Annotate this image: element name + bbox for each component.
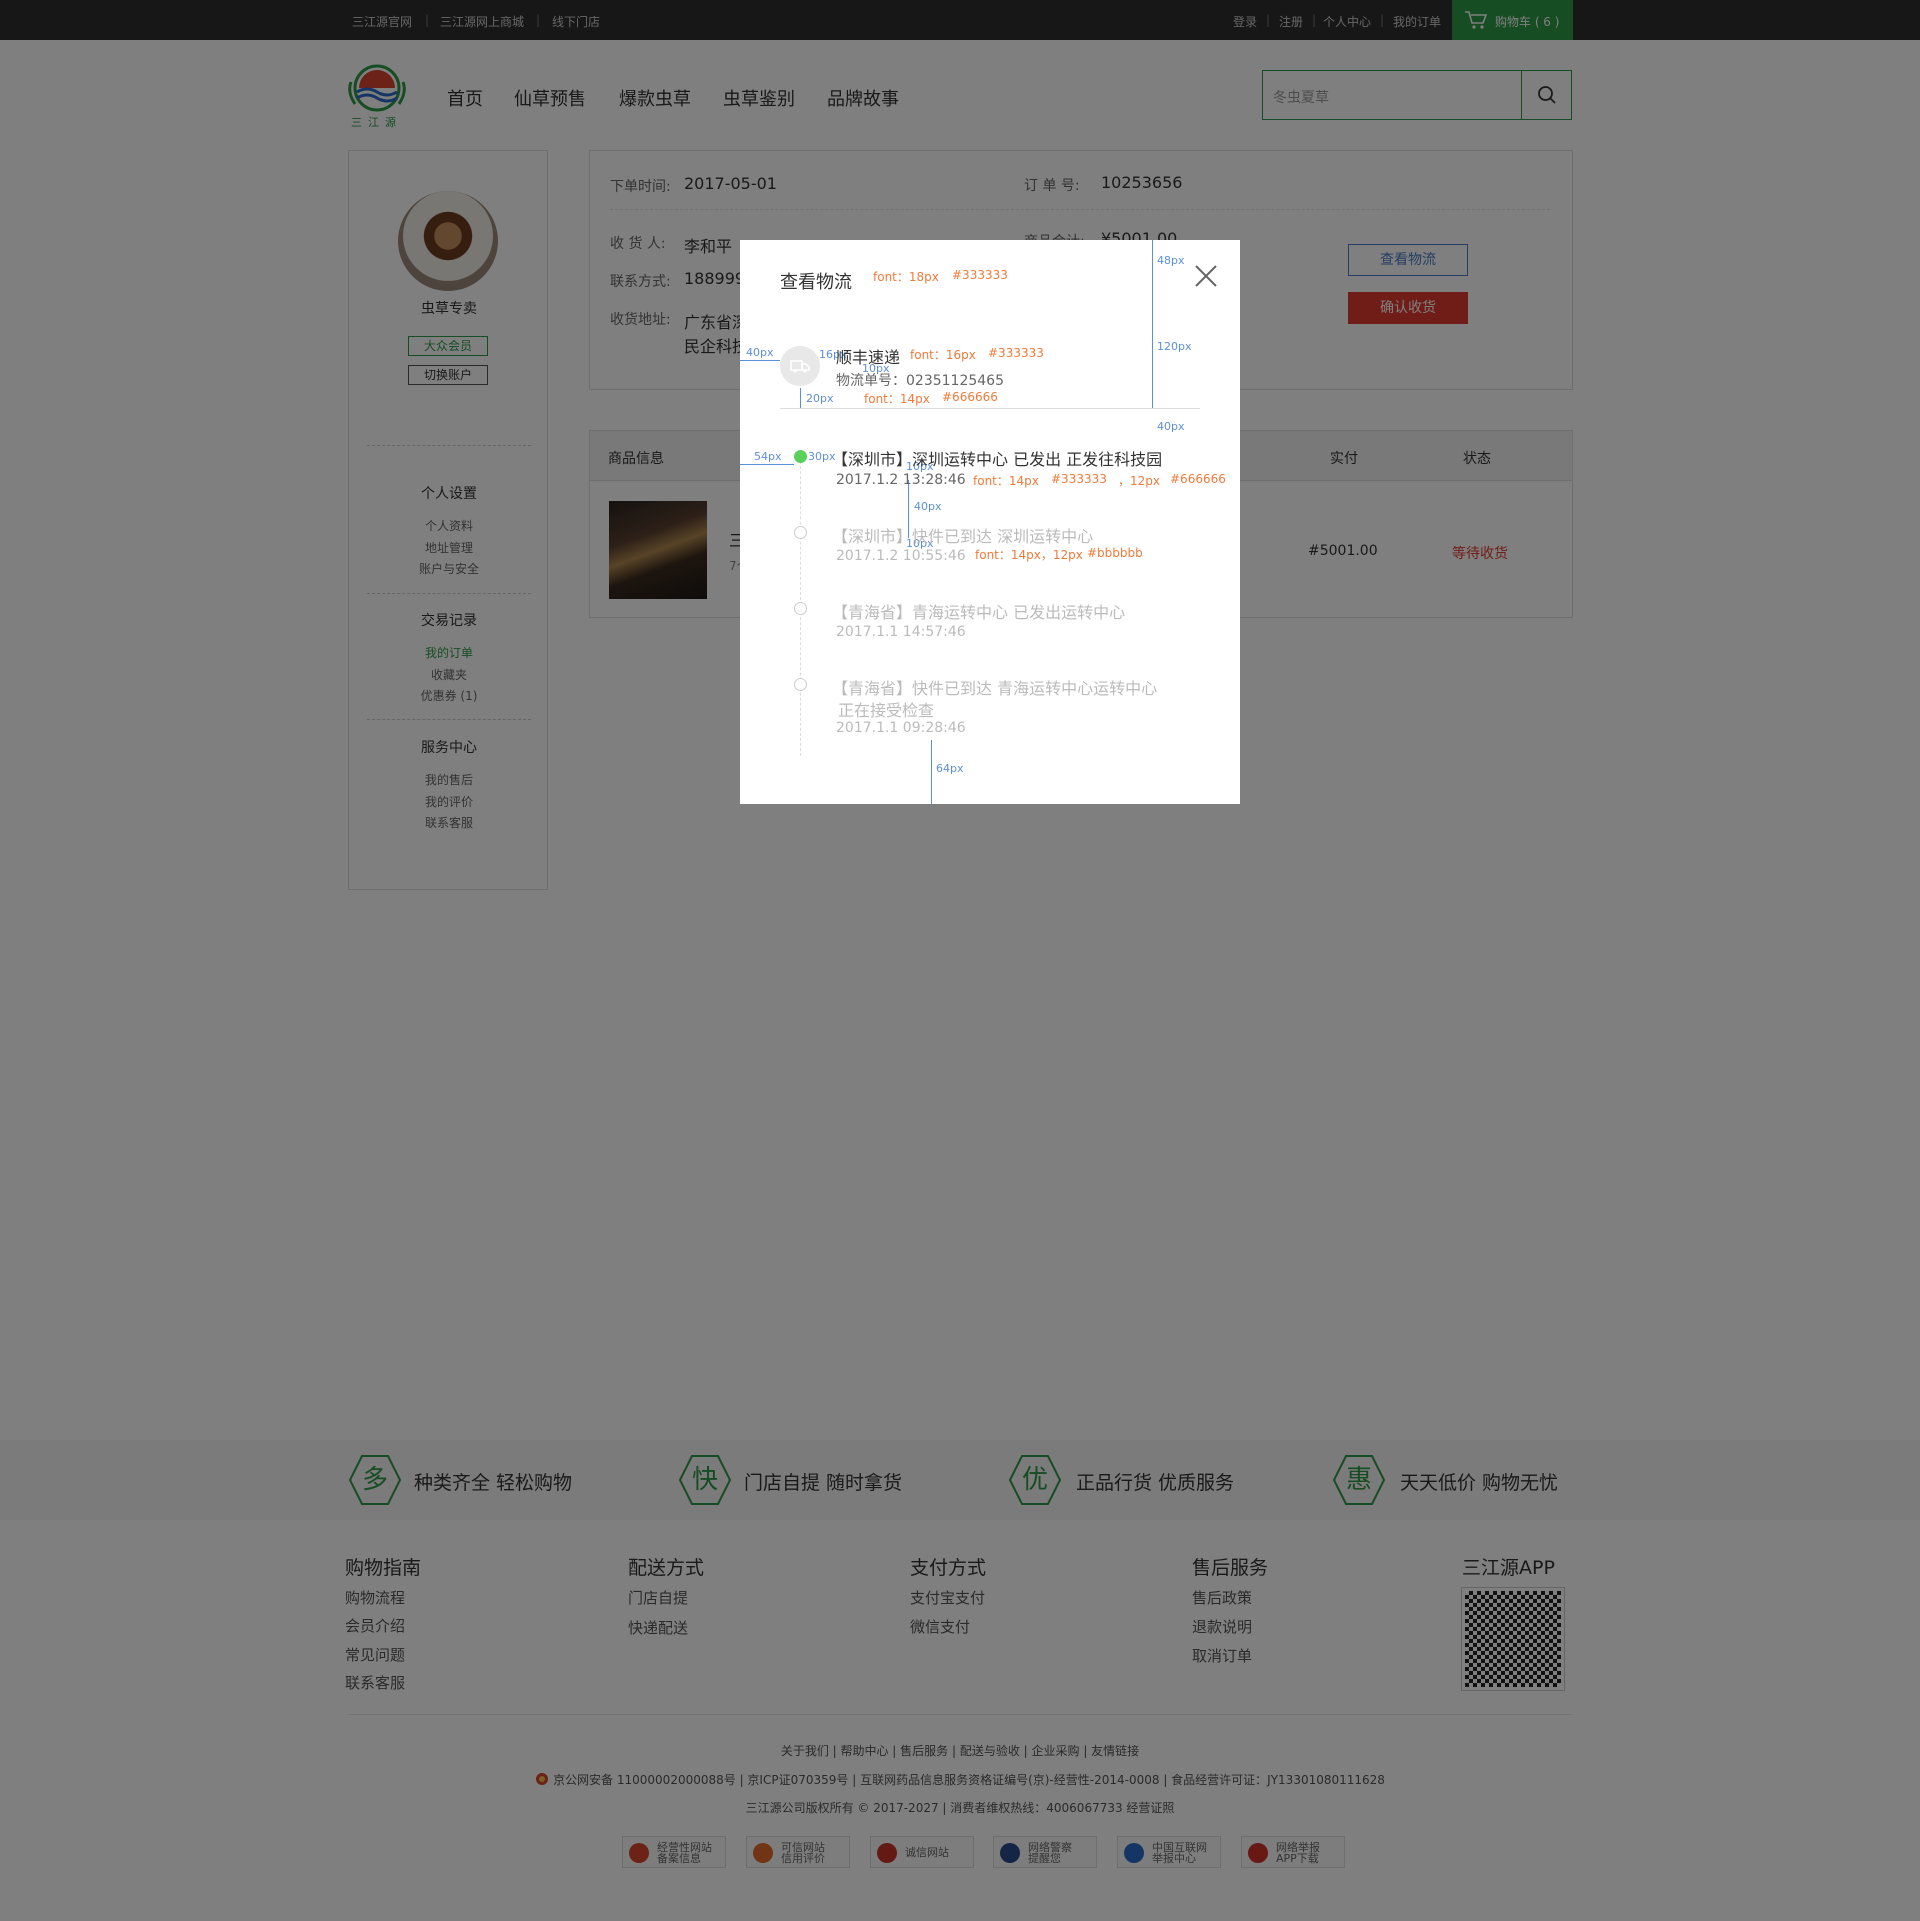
spec-measure: 54px	[754, 450, 782, 463]
timeline-event-time: 2017.1.1 09:28:46	[836, 720, 966, 736]
timeline-dot	[794, 526, 807, 539]
spec-annotation: font：14px	[864, 392, 930, 406]
logistics-modal: 查看物流 font：18px #333333 48px 120px 40px 4…	[740, 240, 1240, 804]
close-icon[interactable]	[1192, 262, 1220, 290]
modal-title: 查看物流	[780, 272, 852, 293]
spec-measure: 40px	[746, 346, 774, 359]
timeline-event-text: 【青海省】快件已到达 青海运转中心运转中心	[832, 679, 1158, 698]
spec-measure-line	[1152, 288, 1153, 408]
courier-avatar	[780, 346, 820, 386]
timeline-event-time: 2017.1.1 14:57:46	[836, 624, 966, 640]
waybill-number: 物流单号：02351125465	[836, 373, 1004, 389]
timeline-event-text-line2: 正在接受检查	[838, 701, 935, 720]
spec-measure: 48px	[1157, 254, 1185, 267]
timeline-event-text: 【青海省】青海运转中心 已发出运转中心	[832, 603, 1126, 622]
timeline-event-time: 2017.1.2 13:28:46	[836, 472, 966, 488]
timeline-dot	[794, 678, 807, 691]
timeline-event-text: 【深圳市】快件已到达 深圳运转中心	[832, 527, 1094, 546]
truck-icon	[790, 360, 810, 373]
spec-measure: 64px	[936, 762, 964, 775]
spec-measure: 40px	[1157, 420, 1185, 433]
spec-annotation: font：14px，12px	[975, 548, 1083, 562]
spec-annotation: font：14px	[973, 474, 1039, 488]
timeline-event-time: 2017.1.2 10:55:46	[836, 548, 966, 564]
spec-measure-line	[800, 388, 801, 408]
spec-annotation: #333333	[1051, 472, 1107, 486]
spec-measure: 20px	[806, 392, 834, 405]
spec-measure: 40px	[914, 500, 942, 513]
spec-measure-line	[1152, 240, 1153, 288]
spec-annotation: #333333	[988, 346, 1044, 360]
spec-annotation: #bbbbbb	[1087, 546, 1143, 560]
timeline-event-text: 【深圳市】深圳运转中心 已发出 正发往科技园	[832, 450, 1163, 469]
courier-name: 顺丰速递	[836, 348, 901, 367]
timeline-dot-current	[794, 450, 807, 463]
spec-measure-line	[931, 740, 932, 804]
spec-annotation: font：16px	[910, 348, 976, 362]
timeline-dot	[794, 602, 807, 615]
spec-annotation: #333333	[952, 268, 1008, 282]
spec-annotation: #666666	[1170, 472, 1226, 486]
spec-annotation: font：18px	[873, 270, 939, 284]
spec-measure: 120px	[1157, 340, 1192, 353]
spec-measure-line	[740, 360, 780, 361]
spec-measure-line	[740, 464, 794, 465]
spec-annotation: #666666	[942, 390, 998, 404]
divider	[780, 408, 1200, 409]
spec-annotation: ，12px	[1118, 474, 1160, 488]
